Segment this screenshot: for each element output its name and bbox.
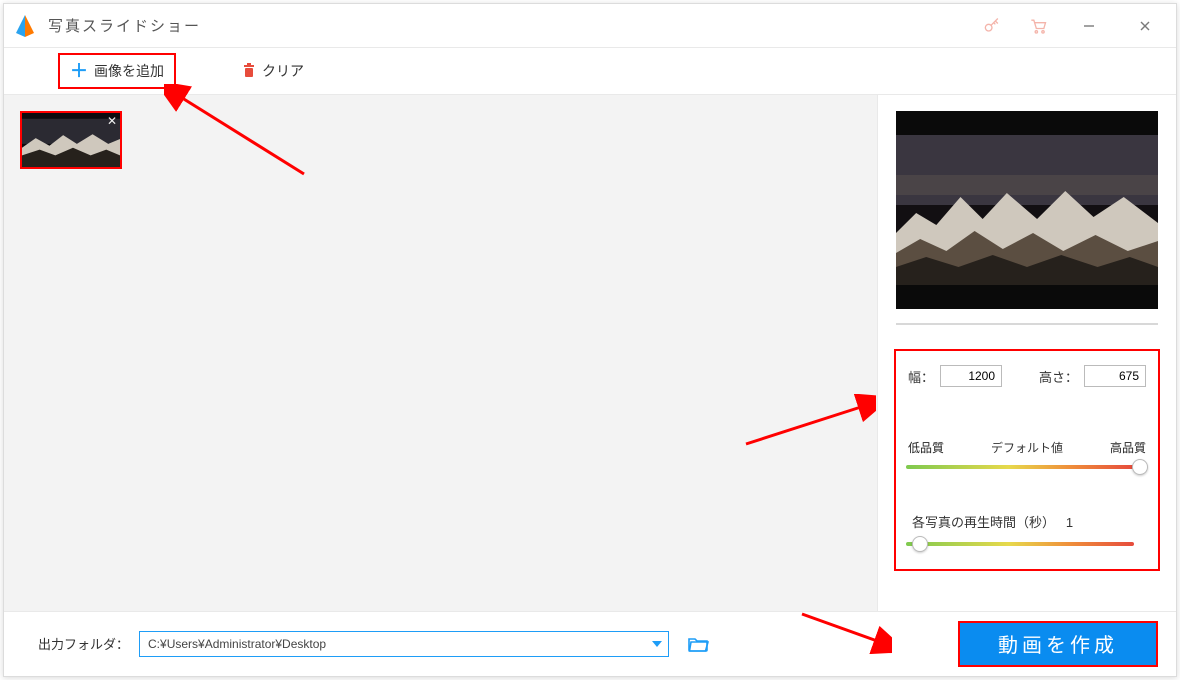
quality-high-label: 高品質 — [1110, 439, 1146, 456]
plus-icon: ＋ — [70, 62, 88, 80]
settings-panel: 幅： 高さ： 低品質 デフォルト値 高品質 — [894, 349, 1160, 571]
image-thumbnail[interactable]: ✕ — [20, 111, 122, 169]
output-folder-input[interactable] — [140, 637, 646, 651]
output-folder-label: 出力フォルダ： — [38, 634, 129, 653]
separator — [896, 323, 1158, 325]
title-bar: 写真スライドショー — [4, 4, 1176, 48]
toolbar: ＋ 画像を追加 クリア — [4, 48, 1176, 95]
duration-label: 各写真の再生時間（秒） — [912, 515, 1055, 530]
width-label: 幅： — [908, 367, 934, 386]
minimize-button[interactable] — [1066, 8, 1112, 44]
titlebar-actions — [974, 8, 1168, 44]
quality-slider[interactable] — [906, 462, 1148, 472]
preview-pane — [896, 111, 1158, 309]
height-label: 高さ： — [1039, 367, 1078, 386]
main-area: ✕ 幅： — [4, 95, 1176, 611]
chevron-down-icon[interactable] — [646, 632, 668, 656]
app-logo-icon — [12, 13, 38, 39]
footer: 出力フォルダ： 動画を作成 — [4, 611, 1176, 675]
quality-default-label: デフォルト値 — [991, 439, 1063, 456]
duration-slider[interactable] — [906, 539, 1148, 549]
clear-label: クリア — [262, 61, 304, 81]
create-video-label: 動画を作成 — [998, 629, 1118, 658]
dimension-row: 幅： 高さ： — [906, 365, 1148, 387]
image-canvas[interactable]: ✕ — [4, 95, 878, 611]
preview-image — [896, 135, 1158, 285]
key-icon[interactable] — [974, 8, 1010, 44]
width-input[interactable] — [940, 365, 1002, 387]
slider-bar — [906, 465, 1134, 469]
create-video-button[interactable]: 動画を作成 — [958, 621, 1158, 667]
duration-slider-thumb[interactable] — [912, 536, 928, 552]
folder-open-icon[interactable] — [685, 631, 711, 657]
clear-button[interactable]: クリア — [232, 55, 314, 87]
add-image-button[interactable]: ＋ 画像を追加 — [58, 53, 176, 89]
quality-low-label: 低品質 — [908, 439, 944, 456]
duration-row: 各写真の再生時間（秒） 1 — [906, 512, 1148, 531]
add-image-label: 画像を追加 — [94, 61, 164, 81]
close-button[interactable] — [1122, 8, 1168, 44]
app-window: 写真スライドショー ＋ 画像を追加 — [3, 3, 1177, 677]
slider-bar — [906, 542, 1134, 546]
app-title: 写真スライドショー — [48, 15, 974, 36]
quality-slider-thumb[interactable] — [1132, 459, 1148, 475]
height-input[interactable] — [1084, 365, 1146, 387]
trash-icon — [242, 62, 256, 81]
output-folder-combo[interactable] — [139, 631, 669, 657]
duration-value: 1 — [1066, 515, 1073, 530]
quality-labels: 低品質 デフォルト値 高品質 — [906, 439, 1148, 456]
thumbnail-close-icon[interactable]: ✕ — [104, 113, 120, 129]
cart-icon[interactable] — [1020, 8, 1056, 44]
settings-sidebar: 幅： 高さ： 低品質 デフォルト値 高品質 — [878, 95, 1176, 611]
